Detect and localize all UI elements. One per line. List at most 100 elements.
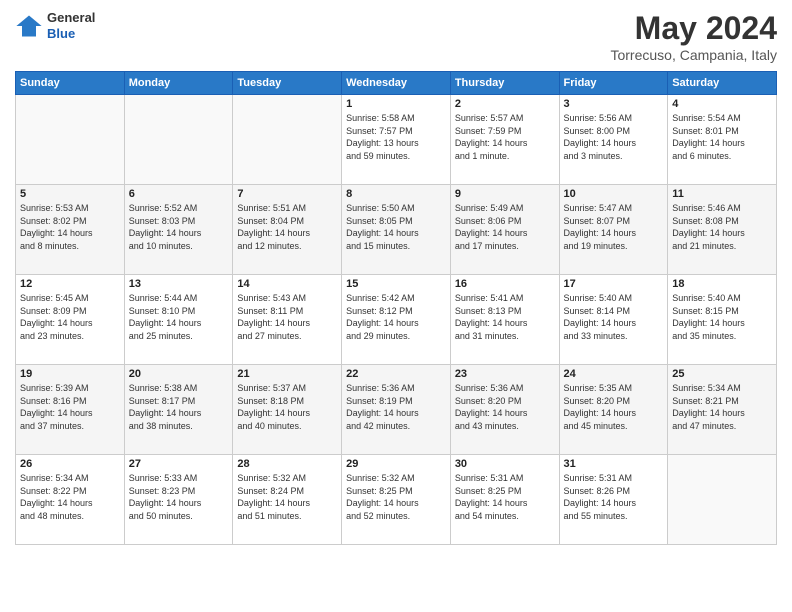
calendar-cell: 28 Sunrise: 5:32 AM Sunset: 8:24 PM Dayli… xyxy=(233,455,342,545)
day-number: 5 xyxy=(20,188,120,200)
weekday-header: Monday xyxy=(124,72,233,95)
day-number: 18 xyxy=(672,278,772,290)
calendar-cell: 30 Sunrise: 5:31 AM Sunset: 8:25 PM Dayli… xyxy=(450,455,559,545)
calendar-cell: 13 Sunrise: 5:44 AM Sunset: 8:10 PM Dayli… xyxy=(124,275,233,365)
calendar-cell: 8 Sunrise: 5:50 AM Sunset: 8:05 PM Daylig… xyxy=(342,185,451,275)
calendar-cell: 22 Sunrise: 5:36 AM Sunset: 8:19 PM Dayli… xyxy=(342,365,451,455)
cell-sun-info: Sunrise: 5:47 AM Sunset: 8:07 PM Dayligh… xyxy=(564,202,664,252)
cell-sun-info: Sunrise: 5:31 AM Sunset: 8:25 PM Dayligh… xyxy=(455,472,555,522)
calendar-cell: 3 Sunrise: 5:56 AM Sunset: 8:00 PM Daylig… xyxy=(559,95,668,185)
day-number: 30 xyxy=(455,458,555,470)
day-number: 24 xyxy=(564,368,664,380)
weekday-header: Sunday xyxy=(16,72,125,95)
day-number: 23 xyxy=(455,368,555,380)
day-number: 1 xyxy=(346,98,446,110)
calendar-cell: 27Sunrise: 5:33 AM Sunset: 8:23 PM Dayli… xyxy=(124,455,233,545)
cell-sun-info: Sunrise: 5:56 AM Sunset: 8:00 PM Dayligh… xyxy=(564,112,664,162)
calendar-cell: 16 Sunrise: 5:41 AM Sunset: 8:13 PM Dayli… xyxy=(450,275,559,365)
calendar-cell: 24 Sunrise: 5:35 AM Sunset: 8:20 PM Dayli… xyxy=(559,365,668,455)
cell-sun-info: Sunrise: 5:45 AM Sunset: 8:09 PM Dayligh… xyxy=(20,292,120,342)
cell-sun-info: Sunrise: 5:37 AM Sunset: 8:18 PM Dayligh… xyxy=(237,382,337,432)
day-number: 21 xyxy=(237,368,337,380)
day-number: 17 xyxy=(564,278,664,290)
logo-general: General xyxy=(47,10,95,26)
day-number: 16 xyxy=(455,278,555,290)
calendar-cell: 29 Sunrise: 5:32 AM Sunset: 8:25 PM Dayli… xyxy=(342,455,451,545)
cell-sun-info: Sunrise: 5:51 AM Sunset: 8:04 PM Dayligh… xyxy=(237,202,337,252)
calendar-week-row: 12 Sunrise: 5:45 AM Sunset: 8:09 PM Dayli… xyxy=(16,275,777,365)
weekday-header: Thursday xyxy=(450,72,559,95)
day-number: 10 xyxy=(564,188,664,200)
day-number: 3 xyxy=(564,98,664,110)
calendar-cell: 1 Sunrise: 5:58 AM Sunset: 7:57 PM Daylig… xyxy=(342,95,451,185)
day-number: 31 xyxy=(564,458,664,470)
day-number: 13 xyxy=(129,278,229,290)
day-number: 28 xyxy=(237,458,337,470)
calendar-week-row: 1 Sunrise: 5:58 AM Sunset: 7:57 PM Daylig… xyxy=(16,95,777,185)
calendar-cell xyxy=(16,95,125,185)
day-number: 8 xyxy=(346,188,446,200)
calendar-cell: 20Sunrise: 5:38 AM Sunset: 8:17 PM Dayli… xyxy=(124,365,233,455)
calendar-cell: 23 Sunrise: 5:36 AM Sunset: 8:20 PM Dayli… xyxy=(450,365,559,455)
calendar-cell: 10 Sunrise: 5:47 AM Sunset: 8:07 PM Dayli… xyxy=(559,185,668,275)
calendar-cell: 2Sunrise: 5:57 AM Sunset: 7:59 PM Daylig… xyxy=(450,95,559,185)
logo-text: General Blue xyxy=(47,10,95,41)
calendar-week-row: 19Sunrise: 5:39 AM Sunset: 8:16 PM Dayli… xyxy=(16,365,777,455)
calendar-week-row: 5 Sunrise: 5:53 AM Sunset: 8:02 PM Daylig… xyxy=(16,185,777,275)
cell-sun-info: Sunrise: 5:58 AM Sunset: 7:57 PM Dayligh… xyxy=(346,112,446,162)
cell-sun-info: Sunrise: 5:41 AM Sunset: 8:13 PM Dayligh… xyxy=(455,292,555,342)
cell-sun-info: Sunrise: 5:33 AM Sunset: 8:23 PM Dayligh… xyxy=(129,472,229,522)
day-number: 4 xyxy=(672,98,772,110)
cell-sun-info: Sunrise: 5:34 AM Sunset: 8:22 PM Dayligh… xyxy=(20,472,120,522)
day-number: 9 xyxy=(455,188,555,200)
day-number: 22 xyxy=(346,368,446,380)
cell-sun-info: Sunrise: 5:36 AM Sunset: 8:19 PM Dayligh… xyxy=(346,382,446,432)
weekday-header-row: SundayMondayTuesdayWednesdayThursdayFrid… xyxy=(16,72,777,95)
calendar-cell: 31Sunrise: 5:31 AM Sunset: 8:26 PM Dayli… xyxy=(559,455,668,545)
weekday-header: Saturday xyxy=(668,72,777,95)
cell-sun-info: Sunrise: 5:35 AM Sunset: 8:20 PM Dayligh… xyxy=(564,382,664,432)
cell-sun-info: Sunrise: 5:39 AM Sunset: 8:16 PM Dayligh… xyxy=(20,382,120,432)
calendar-cell: 21 Sunrise: 5:37 AM Sunset: 8:18 PM Dayli… xyxy=(233,365,342,455)
calendar-cell: 15Sunrise: 5:42 AM Sunset: 8:12 PM Dayli… xyxy=(342,275,451,365)
calendar-table: SundayMondayTuesdayWednesdayThursdayFrid… xyxy=(15,71,777,545)
day-number: 12 xyxy=(20,278,120,290)
calendar-cell: 11Sunrise: 5:46 AM Sunset: 8:08 PM Dayli… xyxy=(668,185,777,275)
cell-sun-info: Sunrise: 5:50 AM Sunset: 8:05 PM Dayligh… xyxy=(346,202,446,252)
day-number: 14 xyxy=(237,278,337,290)
cell-sun-info: Sunrise: 5:32 AM Sunset: 8:25 PM Dayligh… xyxy=(346,472,446,522)
weekday-header: Tuesday xyxy=(233,72,342,95)
calendar-cell xyxy=(124,95,233,185)
day-number: 11 xyxy=(672,188,772,200)
weekday-header: Wednesday xyxy=(342,72,451,95)
calendar-cell: 19Sunrise: 5:39 AM Sunset: 8:16 PM Dayli… xyxy=(16,365,125,455)
cell-sun-info: Sunrise: 5:40 AM Sunset: 8:14 PM Dayligh… xyxy=(564,292,664,342)
day-number: 15 xyxy=(346,278,446,290)
cell-sun-info: Sunrise: 5:49 AM Sunset: 8:06 PM Dayligh… xyxy=(455,202,555,252)
calendar-cell: 26 Sunrise: 5:34 AM Sunset: 8:22 PM Dayli… xyxy=(16,455,125,545)
calendar-cell xyxy=(233,95,342,185)
day-number: 7 xyxy=(237,188,337,200)
cell-sun-info: Sunrise: 5:52 AM Sunset: 8:03 PM Dayligh… xyxy=(129,202,229,252)
cell-sun-info: Sunrise: 5:34 AM Sunset: 8:21 PM Dayligh… xyxy=(672,382,772,432)
cell-sun-info: Sunrise: 5:36 AM Sunset: 8:20 PM Dayligh… xyxy=(455,382,555,432)
cell-sun-info: Sunrise: 5:32 AM Sunset: 8:24 PM Dayligh… xyxy=(237,472,337,522)
logo: General Blue xyxy=(15,10,95,41)
cell-sun-info: Sunrise: 5:44 AM Sunset: 8:10 PM Dayligh… xyxy=(129,292,229,342)
cell-sun-info: Sunrise: 5:40 AM Sunset: 8:15 PM Dayligh… xyxy=(672,292,772,342)
location-subtitle: Torrecuso, Campania, Italy xyxy=(610,47,777,63)
calendar-cell: 6Sunrise: 5:52 AM Sunset: 8:03 PM Daylig… xyxy=(124,185,233,275)
title-area: May 2024 Torrecuso, Campania, Italy xyxy=(610,10,777,63)
cell-sun-info: Sunrise: 5:38 AM Sunset: 8:17 PM Dayligh… xyxy=(129,382,229,432)
day-number: 29 xyxy=(346,458,446,470)
day-number: 26 xyxy=(20,458,120,470)
calendar-cell: 9 Sunrise: 5:49 AM Sunset: 8:06 PM Daylig… xyxy=(450,185,559,275)
calendar-cell: 12 Sunrise: 5:45 AM Sunset: 8:09 PM Dayli… xyxy=(16,275,125,365)
day-number: 25 xyxy=(672,368,772,380)
calendar-cell: 7 Sunrise: 5:51 AM Sunset: 8:04 PM Daylig… xyxy=(233,185,342,275)
cell-sun-info: Sunrise: 5:53 AM Sunset: 8:02 PM Dayligh… xyxy=(20,202,120,252)
calendar-cell xyxy=(668,455,777,545)
logo-blue: Blue xyxy=(47,26,95,42)
page-header: General Blue May 2024 Torrecuso, Campani… xyxy=(15,10,777,63)
calendar-cell: 25 Sunrise: 5:34 AM Sunset: 8:21 PM Dayli… xyxy=(668,365,777,455)
